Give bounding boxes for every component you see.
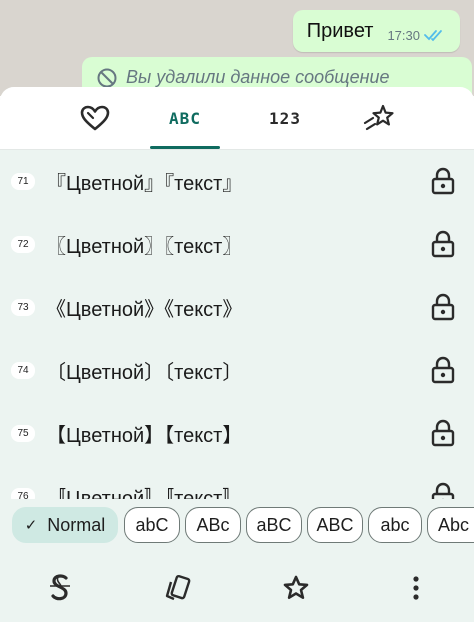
chip-Abc[interactable]: Abc <box>427 507 474 543</box>
chip-label: ABC <box>316 514 354 535</box>
deleted-message-text: Вы удалили данное сообщение <box>126 67 390 87</box>
list-item[interactable]: 73 《Цветной》《текст》 <box>0 275 474 339</box>
tab-favorites[interactable] <box>60 87 130 149</box>
check-icon: ✓ <box>24 517 38 534</box>
cards-button[interactable] <box>158 568 198 608</box>
tab-numbers[interactable]: 123 <box>250 87 320 149</box>
chip-label: abC <box>135 514 169 535</box>
chip-label: Abc <box>438 514 470 535</box>
heart-icon <box>80 105 110 131</box>
lock-icon[interactable] <box>430 167 456 195</box>
chat-area: Привет 17:30 Вы удалили данное сообщение <box>0 0 474 96</box>
lock-icon[interactable] <box>430 356 456 384</box>
tab-stars[interactable] <box>344 87 414 149</box>
item-text: 〖Цветной〗〖текст〗 <box>46 235 243 258</box>
item-number: 73 <box>11 298 35 316</box>
list-item[interactable]: 72 〖Цветной〗〖текст〗 <box>0 212 474 276</box>
read-ticks-icon <box>424 30 442 42</box>
item-number: 75 <box>11 424 35 442</box>
lock-icon[interactable] <box>430 230 456 258</box>
chip-normal[interactable]: ✓ Normal <box>12 507 118 543</box>
fonts-button[interactable] <box>40 568 80 608</box>
item-text: 【Цветной】【текст】 <box>46 424 243 447</box>
cards-icon <box>165 574 191 601</box>
item-number: 74 <box>11 361 35 379</box>
block-icon <box>97 68 117 88</box>
case-style-chips: ✓ Normal abC ABc aBC ABC abc Abc <box>0 505 474 549</box>
item-number: 72 <box>11 235 35 253</box>
item-number: 71 <box>11 172 35 190</box>
category-tabs: ABC 123 <box>0 87 474 150</box>
chip-label: abc <box>380 514 410 535</box>
font-keyboard-panel: ABC 123 71 『Цветной』『текст』 72 〖Цветной〗… <box>0 87 474 622</box>
chip-ABC[interactable]: ABC <box>307 507 363 543</box>
lock-icon[interactable] <box>430 293 456 321</box>
list-item[interactable]: 74 〔Цветной〕〔текст〕 <box>0 338 474 402</box>
lock-icon[interactable] <box>430 482 456 499</box>
item-text: 《Цветной》《текст》 <box>46 298 243 321</box>
tab-abc-label: ABC <box>169 108 201 128</box>
text-style-list[interactable]: 71 『Цветной』『текст』 72 〖Цветной〗〖текст〗 … <box>0 149 474 499</box>
chip-label: ABc <box>196 514 230 535</box>
message-text: Привет <box>306 19 374 42</box>
star-icon <box>283 575 309 599</box>
more-vert-icon <box>413 576 419 600</box>
item-number: 76 <box>11 487 35 499</box>
lock-icon[interactable] <box>430 419 456 447</box>
list-item[interactable]: 76 〚Цветной〛〚текст〛 <box>0 464 474 499</box>
chip-aBC[interactable]: aBC <box>246 507 302 543</box>
message-time: 17:30 <box>387 27 420 43</box>
list-item[interactable]: 71 『Цветной』『текст』 <box>0 149 474 213</box>
chip-ABc[interactable]: ABc <box>185 507 241 543</box>
more-button[interactable] <box>396 568 436 608</box>
item-text: 〔Цветной〕〔текст〕 <box>46 361 243 384</box>
tab-abc[interactable]: ABC <box>150 87 220 149</box>
chip-abC[interactable]: abC <box>124 507 180 543</box>
item-text: 〚Цветной〛〚текст〛 <box>46 487 243 500</box>
bottom-toolbar <box>0 552 474 622</box>
fancy-s-icon <box>50 574 70 601</box>
shooting-star-icon <box>363 104 394 131</box>
tab-numbers-label: 123 <box>269 108 301 128</box>
favorites-button[interactable] <box>276 568 316 608</box>
outgoing-message[interactable]: Привет 17:30 <box>292 10 460 52</box>
chip-label: Normal <box>47 514 106 535</box>
chip-label: aBC <box>256 514 292 535</box>
chip-abc[interactable]: abc <box>368 507 422 543</box>
list-item[interactable]: 75 【Цветной】【текст】 <box>0 401 474 465</box>
item-text: 『Цветной』『текст』 <box>46 172 243 195</box>
